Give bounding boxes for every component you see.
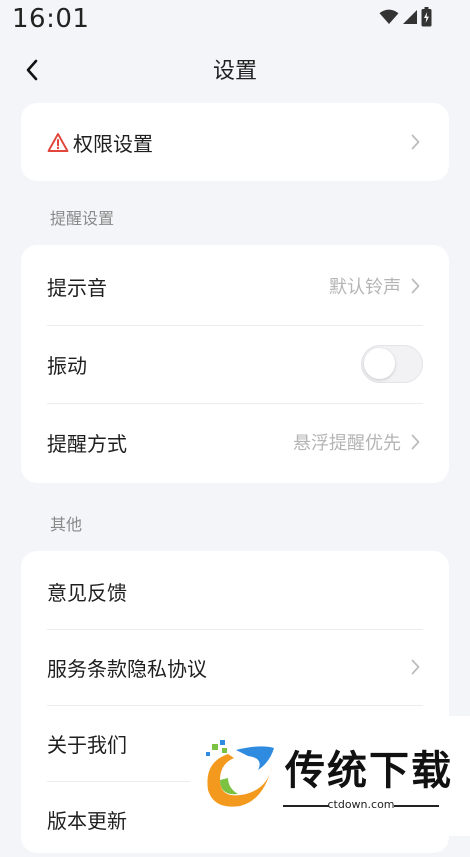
chevron-right-icon <box>407 132 423 152</box>
vibration-row: 振动 <box>21 325 449 403</box>
status-icons <box>379 7 432 31</box>
wifi-icon <box>379 9 399 29</box>
feedback-label: 意见反馈 <box>47 580 127 605</box>
about-us-label: 关于我们 <box>47 732 127 757</box>
watermark-text: 传统下载 <box>285 748 453 794</box>
chevron-right-icon <box>407 432 423 452</box>
status-bar: 16:01 <box>0 0 470 42</box>
other-section-title: 其他 <box>50 515 83 534</box>
page-title: 设置 <box>212 59 257 84</box>
permission-settings-row[interactable]: 权限设置 <box>21 103 449 181</box>
reminder-mode-value: 悬浮提醒优先 <box>293 433 401 454</box>
sound-value: 默认铃声 <box>329 277 401 298</box>
vibration-toggle[interactable] <box>361 345 423 383</box>
reminder-settings-card: 提示音 默认铃声 振动 提醒方式 悬浮提醒优先 <box>21 245 449 483</box>
toggle-knob <box>364 348 395 379</box>
status-time: 16:01 <box>12 4 90 34</box>
reminder-mode-row[interactable]: 提醒方式 悬浮提醒优先 <box>21 403 449 481</box>
feedback-row[interactable]: 意见反馈 <box>21 553 449 629</box>
chevron-right-icon <box>407 657 423 677</box>
reminder-mode-label: 提醒方式 <box>47 431 127 456</box>
permission-settings-label: 权限设置 <box>73 131 153 156</box>
signal-icon <box>402 9 418 29</box>
chevron-right-icon <box>407 276 423 296</box>
sound-label: 提示音 <box>47 275 107 300</box>
sound-row[interactable]: 提示音 默认铃声 <box>21 247 449 325</box>
watermark-logo-icon <box>198 740 278 816</box>
reminder-section-title: 提醒设置 <box>50 209 115 228</box>
vibration-label: 振动 <box>47 353 87 378</box>
warning-icon <box>47 131 69 153</box>
permission-card: 权限设置 <box>21 103 449 181</box>
battery-icon <box>421 7 432 31</box>
watermark-line-right <box>394 805 439 807</box>
version-update-label: 版本更新 <box>47 808 127 833</box>
watermark: 传统下载 ctdown.com <box>190 716 470 836</box>
terms-privacy-label: 服务条款隐私协议 <box>47 656 207 681</box>
terms-privacy-row[interactable]: 服务条款隐私协议 <box>21 629 449 705</box>
navigation-bar: 设置 <box>0 48 470 92</box>
